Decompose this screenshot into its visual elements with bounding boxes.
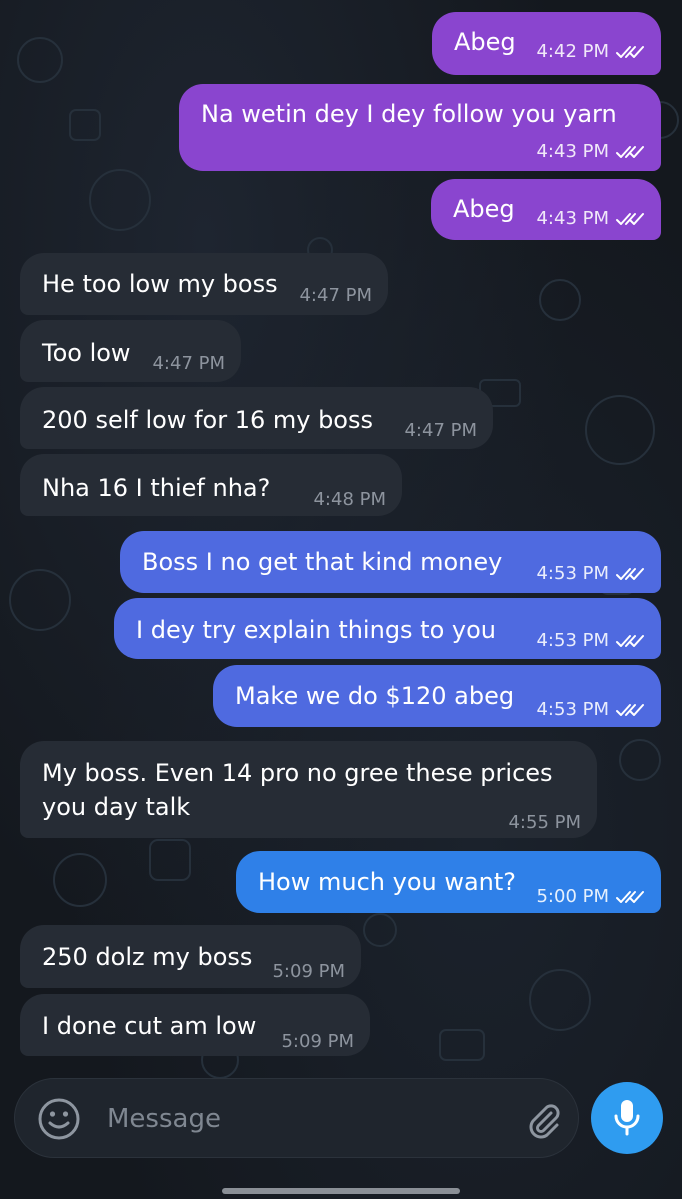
message-text-line-2: you day talk bbox=[42, 793, 191, 821]
outgoing-message[interactable]: Abeg 4:43 PM bbox=[431, 179, 661, 240]
wallpaper-doodle bbox=[439, 1029, 485, 1061]
message-meta: 5:09 PM bbox=[281, 1026, 354, 1058]
message-meta: 5:09 PM bbox=[272, 956, 345, 988]
wallpaper-doodle bbox=[619, 739, 661, 781]
message-composer bbox=[14, 1078, 579, 1158]
incoming-message[interactable]: Too low 4:47 PM bbox=[20, 320, 241, 382]
message-time: 4:43 PM bbox=[536, 208, 609, 229]
message-time: 4:43 PM bbox=[536, 141, 609, 162]
message-meta: 4:53 PM bbox=[536, 625, 645, 657]
message-text: My boss. Even 14 pro no gree these price… bbox=[42, 759, 553, 787]
message-meta: 4:53 PM bbox=[536, 558, 645, 590]
double-check-icon bbox=[615, 566, 645, 582]
incoming-message[interactable]: Nha 16 I thief nha? 4:48 PM bbox=[20, 454, 402, 516]
double-check-icon bbox=[615, 44, 645, 60]
message-text: Boss I no get that kind money bbox=[142, 548, 503, 576]
double-check-icon bbox=[615, 889, 645, 905]
double-check-icon bbox=[615, 144, 645, 160]
message-time: 4:53 PM bbox=[536, 699, 609, 720]
message-text: Abeg bbox=[453, 195, 515, 223]
wallpaper-doodle bbox=[585, 395, 655, 465]
message-text: 200 self low for 16 my boss bbox=[42, 406, 373, 434]
message-time: 4:55 PM bbox=[508, 812, 581, 833]
double-check-icon bbox=[615, 211, 645, 227]
message-text: Abeg bbox=[454, 28, 516, 56]
message-text: I done cut am low bbox=[42, 1012, 257, 1040]
wallpaper-doodle bbox=[89, 169, 151, 231]
message-meta: 4:42 PM bbox=[536, 36, 645, 68]
message-time: 4:47 PM bbox=[152, 353, 225, 374]
message-time: 4:48 PM bbox=[313, 489, 386, 510]
message-time: 5:00 PM bbox=[536, 886, 609, 907]
paperclip-icon[interactable] bbox=[523, 1099, 563, 1139]
wallpaper-doodle bbox=[539, 279, 581, 321]
message-text: Make we do $120 abeg bbox=[235, 682, 515, 710]
message-text: Nha 16 I thief nha? bbox=[42, 474, 271, 502]
outgoing-message[interactable]: Make we do $120 abeg 4:53 PM bbox=[213, 665, 661, 727]
message-meta: 4:48 PM bbox=[313, 484, 386, 516]
home-indicator[interactable] bbox=[222, 1188, 460, 1194]
emoji-icon[interactable] bbox=[37, 1097, 81, 1141]
message-time: 4:47 PM bbox=[404, 420, 477, 441]
wallpaper-doodle bbox=[17, 37, 63, 83]
incoming-message[interactable]: I done cut am low 5:09 PM bbox=[20, 994, 370, 1056]
message-meta: 4:53 PM bbox=[536, 694, 645, 726]
message-meta: 4:47 PM bbox=[404, 415, 477, 447]
message-input[interactable] bbox=[107, 1097, 507, 1141]
double-check-icon bbox=[615, 633, 645, 649]
message-text: How much you want? bbox=[258, 868, 517, 896]
wallpaper-doodle bbox=[9, 569, 71, 631]
microphone-button[interactable] bbox=[591, 1082, 663, 1154]
message-meta: 5:00 PM bbox=[536, 881, 645, 913]
incoming-message[interactable]: 250 dolz my boss 5:09 PM bbox=[20, 925, 361, 988]
message-time: 5:09 PM bbox=[281, 1031, 354, 1052]
wallpaper-doodle bbox=[69, 109, 101, 141]
microphone-icon bbox=[614, 1100, 640, 1136]
outgoing-message[interactable]: How much you want? 5:00 PM bbox=[236, 851, 661, 913]
incoming-message[interactable]: My boss. Even 14 pro no gree these price… bbox=[20, 741, 597, 838]
message-text: Na wetin dey I dey follow you yarn bbox=[201, 100, 617, 128]
message-text: He too low my boss bbox=[42, 270, 278, 298]
outgoing-message[interactable]: Boss I no get that kind money 4:53 PM bbox=[120, 531, 661, 593]
wallpaper-doodle bbox=[149, 839, 191, 881]
outgoing-message[interactable]: Abeg 4:42 PM bbox=[432, 12, 661, 75]
wallpaper-doodle bbox=[53, 853, 107, 907]
message-text: 250 dolz my boss bbox=[42, 943, 253, 971]
message-meta: 4:47 PM bbox=[152, 348, 225, 380]
message-meta: 4:43 PM bbox=[536, 136, 645, 168]
message-time: 4:47 PM bbox=[299, 285, 372, 306]
outgoing-message[interactable]: I dey try explain things to you 4:53 PM bbox=[114, 598, 661, 659]
outgoing-message[interactable]: Na wetin dey I dey follow you yarn 4:43 P… bbox=[179, 84, 661, 171]
message-text: Too low bbox=[42, 339, 131, 367]
incoming-message[interactable]: 200 self low for 16 my boss 4:47 PM bbox=[20, 387, 493, 449]
message-text: I dey try explain things to you bbox=[136, 616, 496, 644]
message-time: 4:53 PM bbox=[536, 630, 609, 651]
message-meta: 4:43 PM bbox=[536, 203, 645, 235]
message-meta: 4:47 PM bbox=[299, 280, 372, 312]
message-time: 5:09 PM bbox=[272, 961, 345, 982]
wallpaper-doodle bbox=[529, 969, 591, 1031]
wallpaper-doodle bbox=[363, 913, 397, 947]
message-meta: 4:55 PM bbox=[508, 807, 581, 839]
message-time: 4:42 PM bbox=[536, 41, 609, 62]
double-check-icon bbox=[615, 702, 645, 718]
incoming-message[interactable]: He too low my boss 4:47 PM bbox=[20, 253, 388, 315]
message-time: 4:53 PM bbox=[536, 563, 609, 584]
